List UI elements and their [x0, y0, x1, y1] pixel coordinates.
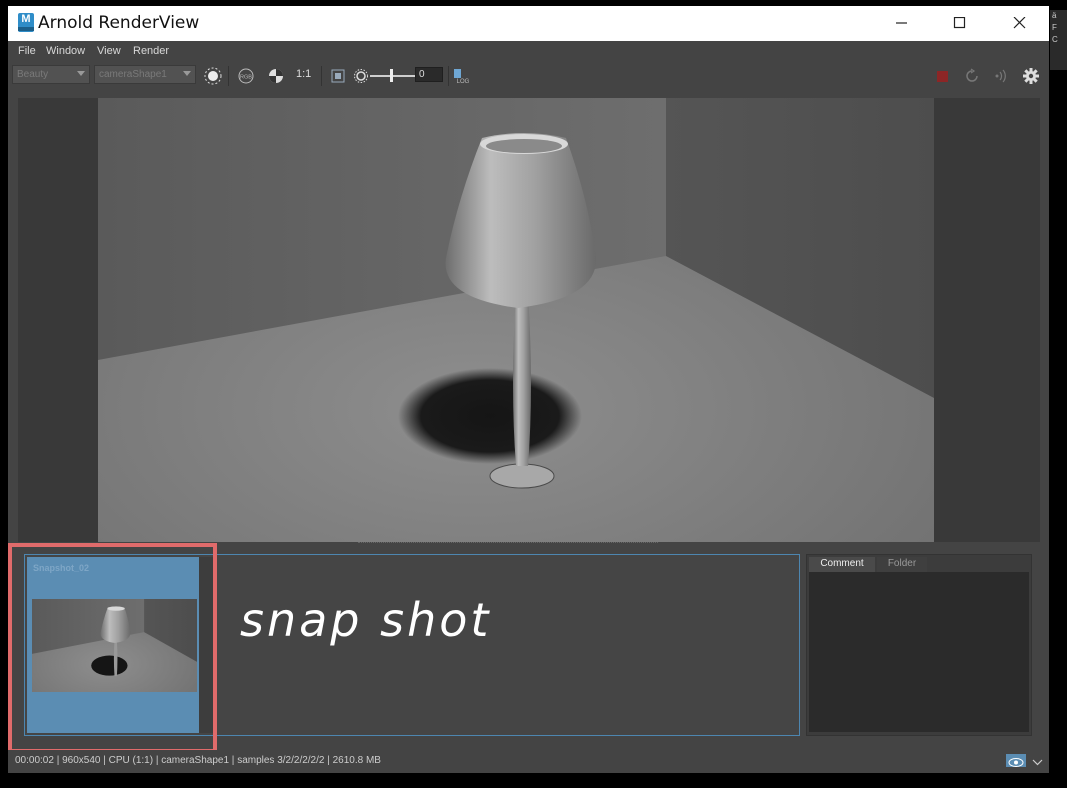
menu-view[interactable]: View	[97, 45, 121, 57]
gear-icon[interactable]	[1021, 66, 1041, 86]
fragment-char: C	[1052, 35, 1058, 44]
snapshot-annotation: snap shot	[240, 593, 492, 647]
window-title: Arnold RenderView	[38, 13, 200, 33]
tab-folder[interactable]: Folder	[877, 557, 927, 572]
camera-select[interactable]: cameraShape1	[94, 65, 196, 84]
checker-icon[interactable]	[266, 66, 286, 86]
logo-letter: M	[21, 13, 31, 25]
menu-bar: File Window View Render	[8, 41, 1049, 63]
panel-splitter[interactable]	[358, 542, 658, 545]
camera-select-value: cameraShape1	[99, 69, 167, 80]
log-label: LOG	[457, 79, 470, 85]
exposure-field[interactable]: 0	[415, 67, 443, 82]
toolbar-separator	[321, 66, 322, 86]
menu-render[interactable]: Render	[133, 45, 169, 57]
zoom-level[interactable]: 1:1	[296, 68, 311, 80]
maya-logo-icon: M	[18, 13, 34, 32]
exposure-icon[interactable]	[351, 66, 371, 86]
exposure-slider-handle[interactable]	[390, 69, 393, 82]
render-image[interactable]	[98, 98, 934, 542]
toolbar: Beauty cameraShape1 RGB 1:1 0 LOG	[8, 63, 1049, 89]
arnold-renderview-window: M Arnold RenderView File Window View Ren…	[8, 6, 1049, 773]
toolbar-separator	[228, 66, 229, 86]
chevron-down-icon	[183, 71, 191, 76]
ipr-icon[interactable]	[991, 66, 1011, 86]
fit-frame-icon[interactable]	[328, 66, 348, 86]
render-viewport[interactable]	[18, 98, 1040, 542]
close-icon	[1013, 17, 1026, 29]
svg-text:RGB: RGB	[240, 75, 252, 81]
fragment-char: F	[1052, 23, 1057, 32]
maximize-button[interactable]	[931, 6, 989, 41]
close-button[interactable]	[991, 6, 1049, 41]
exposure-slider-track[interactable]	[370, 75, 418, 77]
tab-comment[interactable]: Comment	[809, 557, 875, 572]
rgb-channel-icon[interactable]: RGB	[236, 66, 256, 86]
background-window-fragment: ä F C	[1050, 10, 1067, 70]
minimize-icon	[896, 22, 907, 24]
eye-icon[interactable]	[1006, 754, 1026, 767]
comment-text-area[interactable]	[809, 572, 1029, 732]
chevron-down-icon[interactable]	[1029, 754, 1046, 767]
toolbar-separator	[448, 66, 449, 86]
title-bar[interactable]: M Arnold RenderView	[8, 6, 1049, 41]
chevron-down-icon	[77, 71, 85, 76]
snapshot-highlight-box	[8, 543, 217, 753]
minimize-button[interactable]	[873, 6, 931, 41]
aov-select[interactable]: Beauty	[12, 65, 90, 84]
status-text: 00:00:02 | 960x540 | CPU (1:1) | cameraS…	[15, 755, 381, 766]
status-bar: 00:00:02 | 960x540 | CPU (1:1) | cameraS…	[8, 750, 1049, 772]
stop-render-icon[interactable]	[933, 66, 953, 86]
maximize-icon	[953, 17, 966, 29]
aov-select-value: Beauty	[17, 69, 49, 80]
fragment-char: ä	[1052, 11, 1057, 20]
comment-panel: Comment Folder	[806, 554, 1032, 736]
refresh-icon[interactable]	[962, 66, 982, 86]
crop-region-icon[interactable]	[203, 66, 223, 86]
menu-file[interactable]: File	[18, 45, 36, 57]
log-icon[interactable]: LOG	[452, 66, 472, 86]
menu-window[interactable]: Window	[46, 45, 85, 57]
